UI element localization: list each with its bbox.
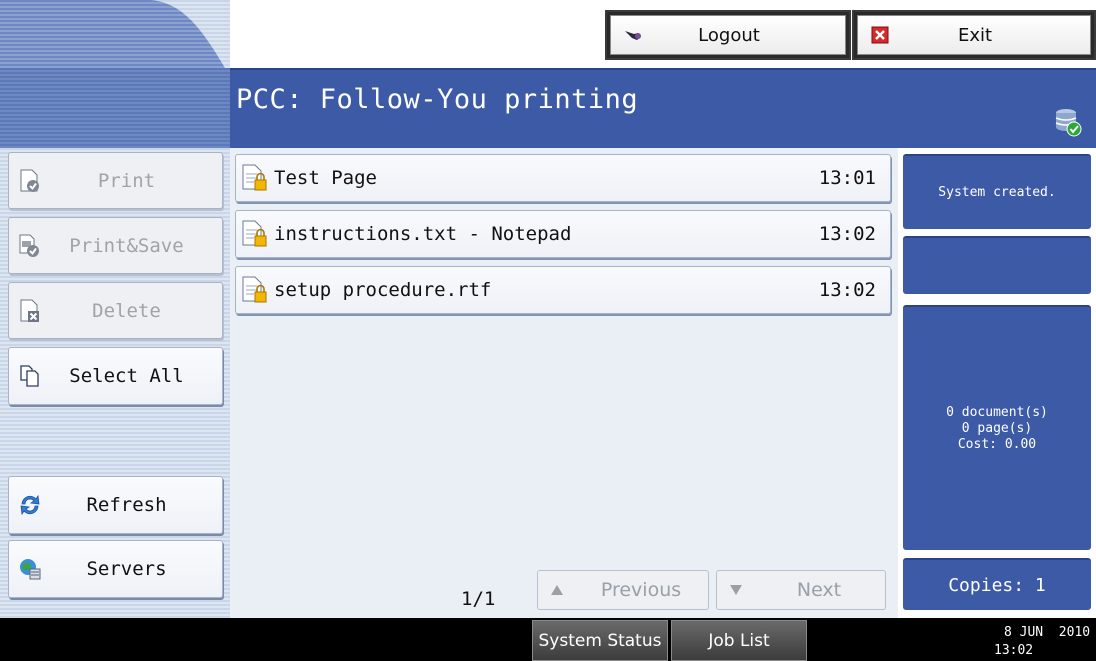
delete-document-icon — [17, 298, 43, 324]
logout-button[interactable]: Logout — [605, 10, 851, 60]
top-bar: Logout Exit — [230, 0, 1096, 68]
document-lock-icon — [240, 275, 274, 305]
triangle-up-icon — [550, 583, 564, 597]
job-list-item[interactable]: setup procedure.rtf 13:02 — [235, 266, 891, 314]
print-label: Print — [97, 169, 156, 192]
print-save-icon — [17, 233, 43, 259]
job-list-item[interactable]: instructions.txt - Notepad 13:02 — [235, 210, 891, 258]
servers-button[interactable]: Servers — [8, 540, 223, 598]
summary-documents: 0 document(s) — [946, 404, 1048, 420]
status-message: System created. — [938, 185, 1056, 200]
select-all-icon — [17, 363, 43, 389]
select-all-button[interactable]: Select All — [8, 347, 223, 405]
job-name: instructions.txt - Notepad — [274, 223, 572, 245]
refresh-button[interactable]: Refresh — [8, 476, 223, 534]
delete-button[interactable]: Delete — [8, 282, 223, 339]
next-page-button[interactable]: Next — [716, 570, 886, 610]
job-time: 13:02 — [818, 223, 876, 245]
print-document-icon — [17, 168, 43, 194]
page-indicator: 1/1 — [461, 588, 496, 610]
summary-cost: Cost: 0.00 — [957, 436, 1037, 452]
job-list-button[interactable]: Job List — [671, 620, 807, 661]
delete-label: Delete — [92, 299, 161, 322]
select-all-label: Select All — [69, 365, 184, 387]
title-bar: PCC: Follow-You printing — [230, 68, 1096, 148]
print-button[interactable]: Print — [8, 152, 223, 209]
servers-icon — [17, 556, 43, 582]
refresh-label: Refresh — [86, 494, 167, 516]
servers-label: Servers — [86, 558, 167, 580]
time-text: 13:02 — [994, 643, 1034, 658]
copies-label: Copies: 1 — [948, 574, 1046, 596]
summary-pages: 0 page(s) — [961, 420, 1033, 436]
triangle-down-icon — [729, 583, 743, 597]
date-text: 8 JUN 2010 — [1004, 625, 1091, 640]
page-title: PCC: Follow-You printing — [236, 84, 639, 115]
previous-page-button[interactable]: Previous — [537, 570, 709, 610]
status-message-box: System created. — [903, 154, 1091, 229]
key-icon — [623, 25, 643, 45]
job-time: 13:02 — [818, 279, 876, 301]
close-icon — [870, 25, 890, 45]
job-time: 13:01 — [818, 167, 876, 189]
document-lock-icon — [240, 219, 274, 249]
job-list-item[interactable]: Test Page 13:01 — [235, 154, 891, 202]
document-lock-icon — [240, 163, 274, 193]
left-banner-decoration — [0, 68, 230, 148]
next-label: Next — [796, 579, 842, 601]
system-status-button[interactable]: System Status — [532, 620, 668, 661]
previous-label: Previous — [600, 579, 682, 601]
refresh-icon — [17, 492, 43, 518]
exit-label: Exit — [957, 24, 993, 46]
exit-button[interactable]: Exit — [852, 10, 1096, 60]
print-save-label: Print&Save — [69, 234, 184, 257]
corner-swoosh-decoration — [0, 0, 225, 68]
print-save-button[interactable]: Print&Save — [8, 217, 223, 274]
logout-label: Logout — [698, 24, 760, 46]
selection-summary-box: 0 document(s) 0 page(s) Cost: 0.00 — [903, 305, 1091, 550]
copies-button[interactable]: Copies: 1 — [903, 558, 1091, 610]
date-time-display: 8 JUN 2010 13:02 — [994, 624, 1091, 660]
job-list-label: Job List — [708, 630, 770, 651]
info-empty-box — [903, 236, 1091, 294]
database-check-icon — [1055, 109, 1082, 137]
system-status-label: System Status — [538, 630, 662, 651]
job-name: setup procedure.rtf — [274, 279, 492, 301]
job-name: Test Page — [274, 167, 377, 189]
